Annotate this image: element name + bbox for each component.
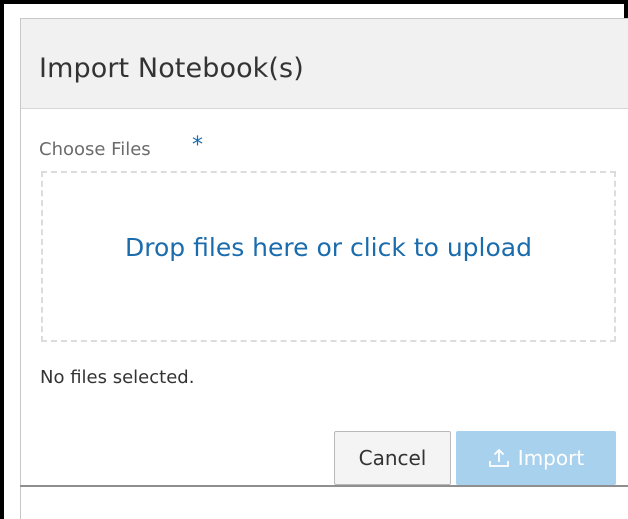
- file-selection-status: No files selected.: [40, 367, 195, 388]
- dialog-bottom-divider: [20, 485, 628, 487]
- dropzone-upload-link[interactable]: Drop files here or click to upload: [43, 233, 614, 262]
- import-notebook-dialog: Import Notebook(s) Choose Files * Drop f…: [20, 18, 628, 519]
- choose-files-label: Choose Files: [39, 139, 151, 160]
- file-dropzone[interactable]: Drop files here or click to upload: [41, 171, 616, 342]
- required-marker: *: [192, 133, 203, 158]
- upload-icon: [488, 448, 509, 467]
- frame-border-top: [0, 0, 628, 4]
- dialog-header: Import Notebook(s): [21, 19, 628, 109]
- frame-border-left: [0, 0, 4, 519]
- cancel-button-label: Cancel: [358, 446, 427, 470]
- cancel-button[interactable]: Cancel: [334, 431, 451, 485]
- screenshot-frame: Import Notebook(s) Choose Files * Drop f…: [0, 0, 628, 519]
- import-button[interactable]: Import: [456, 431, 616, 485]
- dialog-title: Import Notebook(s): [39, 53, 304, 84]
- import-button-label: Import: [517, 446, 585, 470]
